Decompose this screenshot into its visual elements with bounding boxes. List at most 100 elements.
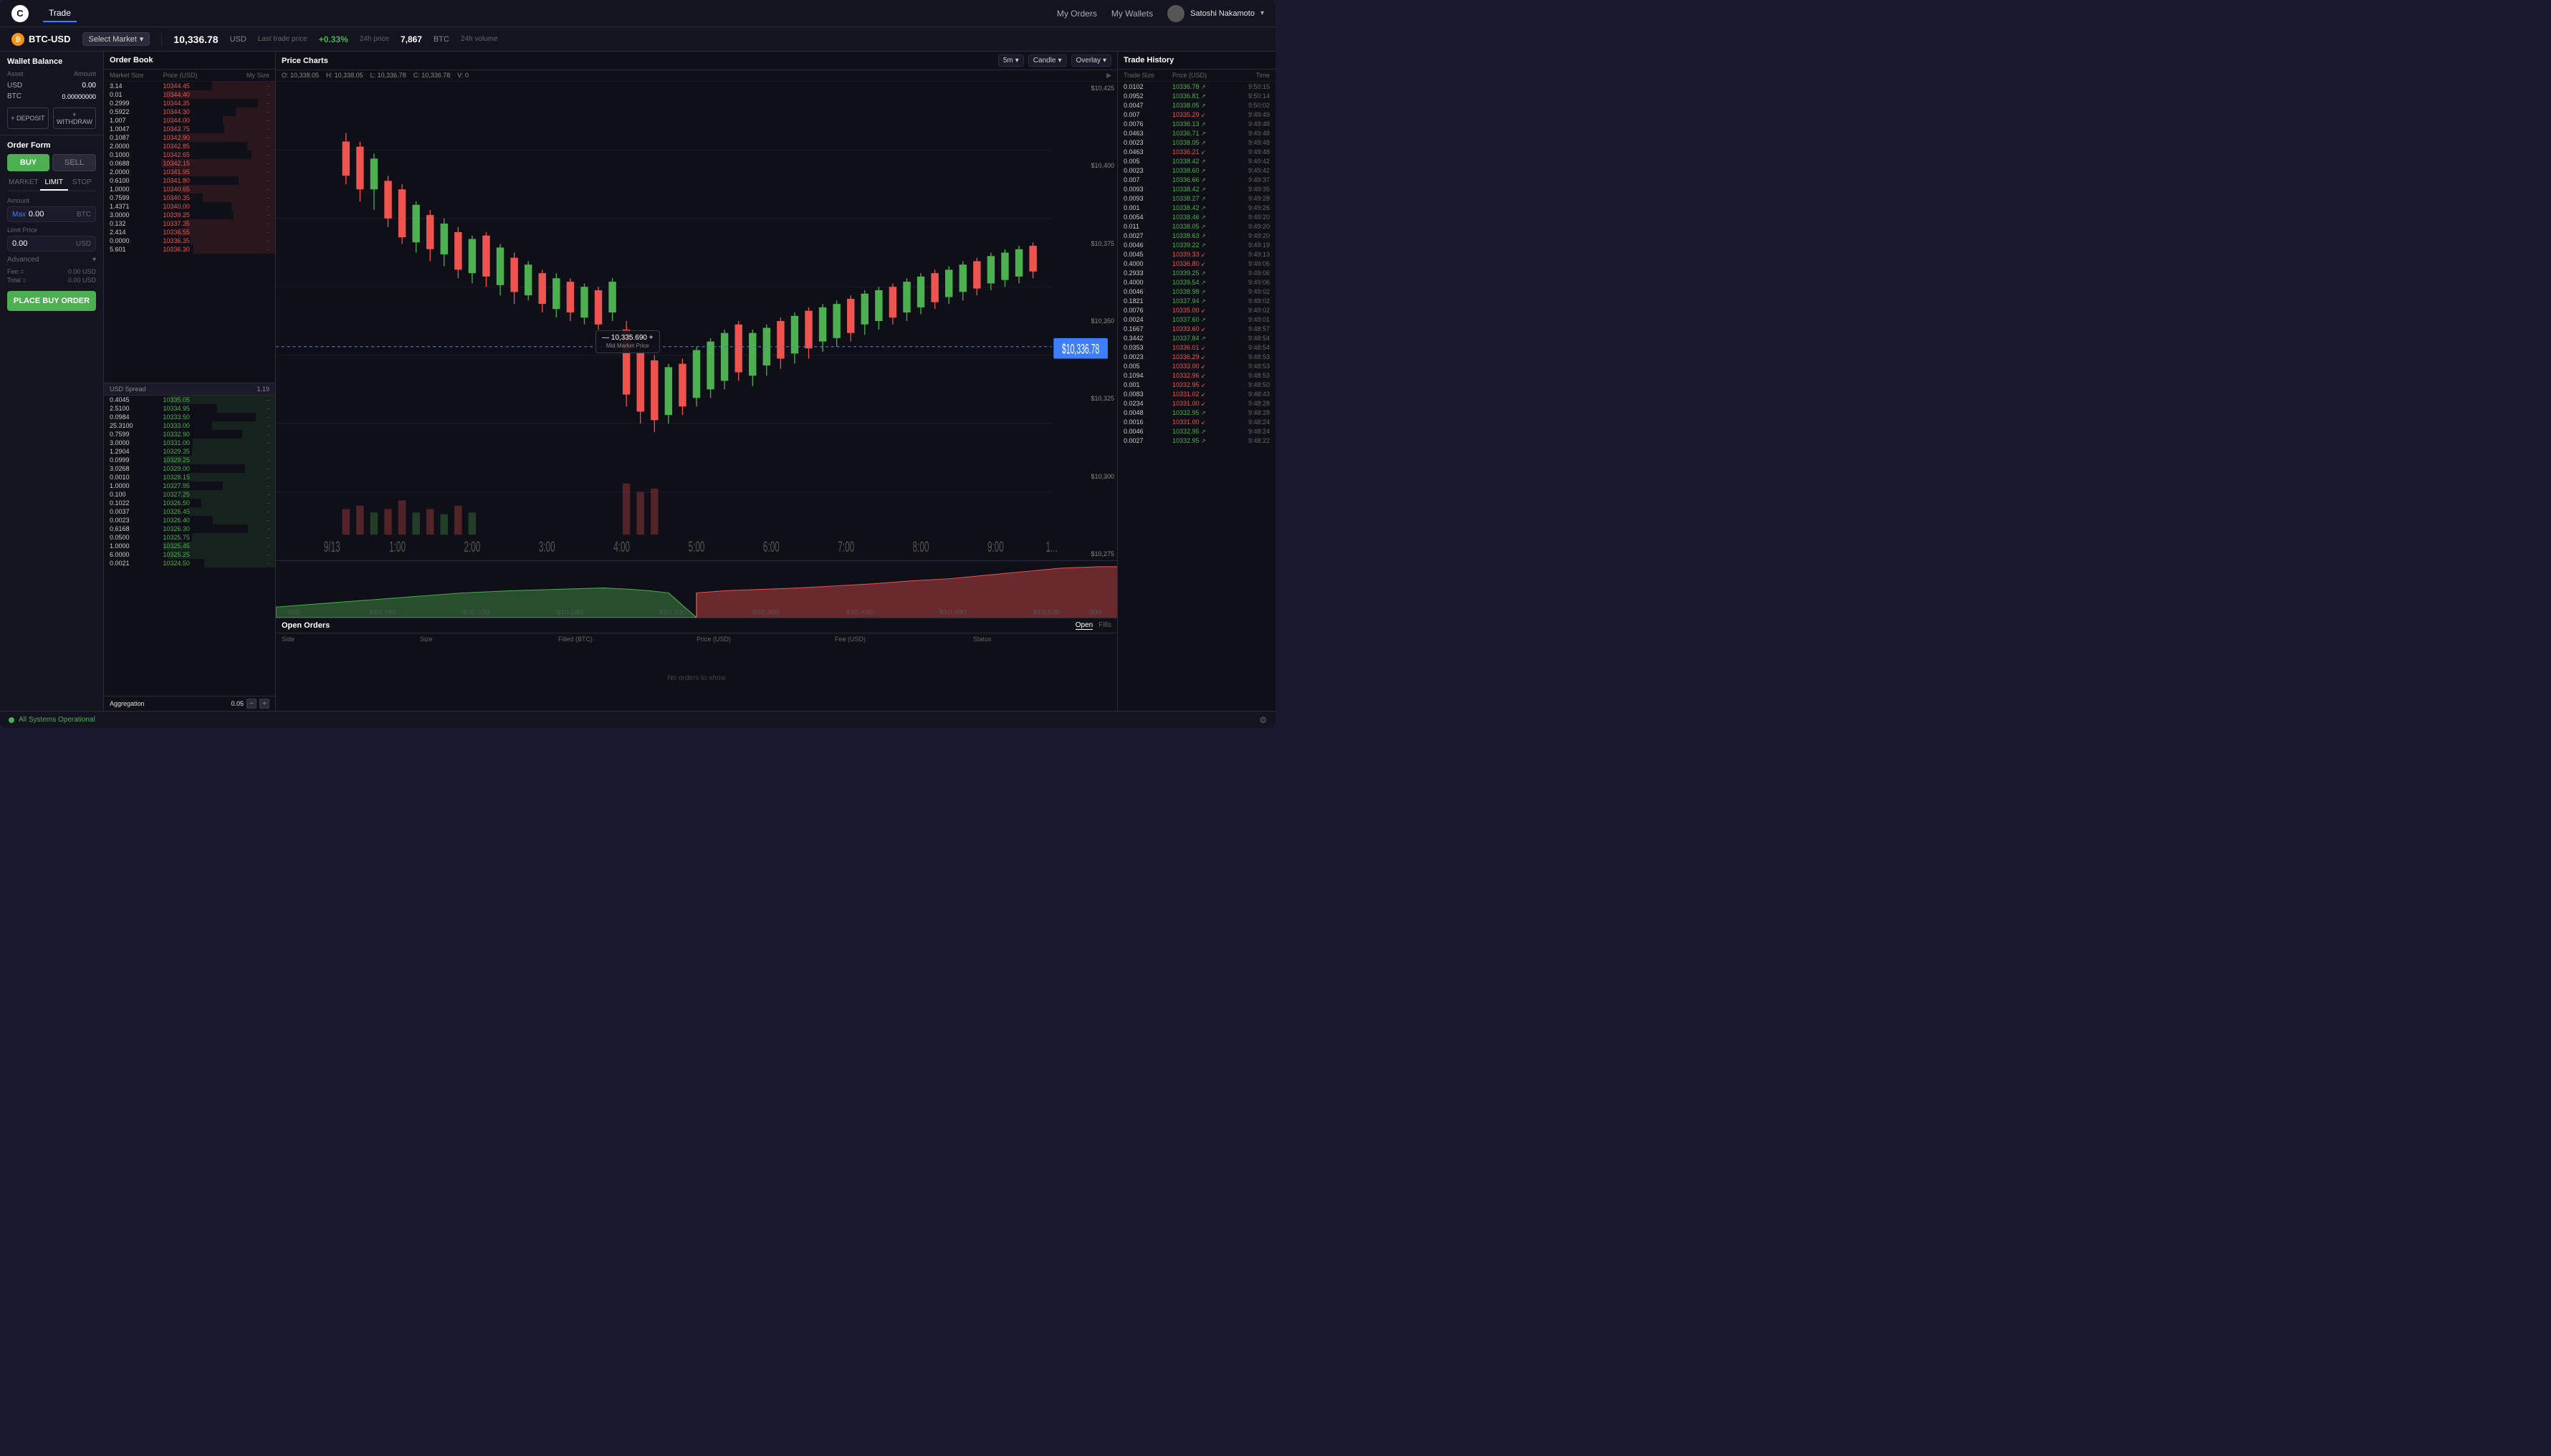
orderbook-buy-row[interactable]: 1.2904 10329.35 - xyxy=(104,447,275,456)
timeframe-dropdown[interactable]: 5m▾ xyxy=(998,54,1024,67)
trade-history-row[interactable]: 0.0463 10336.21 ↙ 9:49:48 xyxy=(1118,147,1276,156)
withdraw-button[interactable]: + WITHDRAW xyxy=(53,107,96,129)
trade-history-row[interactable]: 0.007 10335.29 ↙ 9:49:49 xyxy=(1118,110,1276,119)
trade-history-row[interactable]: 0.0027 10332.95 ↗ 9:48:22 xyxy=(1118,436,1276,445)
orderbook-buy-row[interactable]: 0.0984 10333.50 - xyxy=(104,413,275,421)
settings-icon[interactable]: ⚙ xyxy=(1259,715,1267,725)
aggregation-minus-button[interactable]: − xyxy=(247,699,257,709)
orderbook-buy-row[interactable]: 0.0500 10325.75 - xyxy=(104,533,275,542)
trade-history-row[interactable]: 0.0047 10338.05 ↗ 9:50:02 xyxy=(1118,100,1276,110)
orderbook-sell-row[interactable]: 2.0000 10342.85 - xyxy=(104,142,275,150)
chart-type-dropdown[interactable]: Candle▾ xyxy=(1028,54,1067,67)
trade-history-row[interactable]: 0.0023 10338.05 ↗ 9:49:48 xyxy=(1118,138,1276,147)
trade-history-row[interactable]: 0.0027 10338.63 ↗ 9:49:20 xyxy=(1118,231,1276,240)
trade-history-row[interactable]: 0.0093 10338.27 ↗ 9:49:28 xyxy=(1118,193,1276,203)
trade-history-row[interactable]: 0.001 10332.95 ↙ 9:48:50 xyxy=(1118,380,1276,389)
trade-history-row[interactable]: 0.001 10338.42 ↗ 9:49:26 xyxy=(1118,203,1276,212)
orderbook-buy-row[interactable]: 0.0037 10326.45 - xyxy=(104,507,275,516)
orderbook-sell-row[interactable]: 0.01 10344.40 - xyxy=(104,90,275,99)
nav-tab-trade[interactable]: Trade xyxy=(43,5,77,22)
orderbook-sell-row[interactable]: 0.6100 10341.80 - xyxy=(104,176,275,185)
sell-tab[interactable]: SELL xyxy=(52,154,96,171)
trade-history-row[interactable]: 0.0076 10335.00 ↙ 9:49:02 xyxy=(1118,305,1276,315)
trade-history-row[interactable]: 0.3442 10337.84 ↗ 9:48:54 xyxy=(1118,333,1276,343)
aggregation-plus-button[interactable]: + xyxy=(259,699,269,709)
orderbook-buy-row[interactable]: 0.100 10327.25 - xyxy=(104,490,275,499)
trade-history-row[interactable]: 0.0046 10332.95 ↗ 9:48:24 xyxy=(1118,426,1276,436)
orderbook-buy-row[interactable]: 6.0000 10325.25 - xyxy=(104,550,275,559)
trade-history-row[interactable]: 0.0046 10338.98 ↗ 9:49:02 xyxy=(1118,287,1276,296)
overlay-dropdown[interactable]: Overlay▾ xyxy=(1071,54,1111,67)
orderbook-sell-row[interactable]: 0.0688 10342.15 - xyxy=(104,159,275,168)
orderbook-buy-row[interactable]: 25.3100 10333.00 - xyxy=(104,421,275,430)
user-menu[interactable]: Satoshi Nakamoto ▾ xyxy=(1167,5,1264,22)
orderbook-buy-row[interactable]: 1.0000 10327.95 - xyxy=(104,482,275,490)
trade-history-row[interactable]: 0.1821 10337.94 ↗ 9:49:02 xyxy=(1118,296,1276,305)
trade-history-row[interactable]: 0.0093 10338.42 ↗ 9:49:35 xyxy=(1118,184,1276,193)
order-type-stop[interactable]: STOP xyxy=(68,176,96,191)
orderbook-sell-row[interactable]: 0.2999 10344.35 - xyxy=(104,99,275,107)
trade-history-row[interactable]: 0.0048 10332.95 ↗ 9:48:28 xyxy=(1118,408,1276,417)
orderbook-buy-row[interactable]: 3.0000 10331.00 - xyxy=(104,439,275,447)
orderbook-sell-row[interactable]: 0.0000 10336.35 - xyxy=(104,236,275,245)
open-orders-tab-fills[interactable]: Fills xyxy=(1099,621,1111,630)
orderbook-buy-row[interactable]: 0.1022 10326.50 - xyxy=(104,499,275,507)
orderbook-sell-row[interactable]: 0.7599 10340.35 - xyxy=(104,193,275,202)
trade-history-row[interactable]: 0.0076 10336.13 ↗ 9:49:48 xyxy=(1118,119,1276,128)
orderbook-buy-row[interactable]: 0.0021 10324.50 - xyxy=(104,559,275,567)
orderbook-sell-row[interactable]: 0.1087 10342.90 - xyxy=(104,133,275,142)
trade-history-row[interactable]: 0.0353 10336.01 ↙ 9:48:54 xyxy=(1118,343,1276,352)
trade-history-row[interactable]: 0.0952 10336.81 ↗ 9:50:14 xyxy=(1118,91,1276,100)
orderbook-sell-row[interactable]: 0.1000 10342.65 - xyxy=(104,150,275,159)
deposit-button[interactable]: + DEPOSIT xyxy=(7,107,49,129)
orderbook-sell-row[interactable]: 2.414 10336.55 - xyxy=(104,228,275,236)
trade-history-row[interactable]: 0.0016 10331.00 ↙ 9:48:24 xyxy=(1118,417,1276,426)
trade-history-row[interactable]: 0.0024 10337.60 ↗ 9:49:01 xyxy=(1118,315,1276,324)
order-type-limit[interactable]: LIMIT xyxy=(40,176,68,191)
orderbook-buy-row[interactable]: 0.0010 10328.15 - xyxy=(104,473,275,482)
orderbook-sell-row[interactable]: 1.007 10344.00 - xyxy=(104,116,275,125)
orderbook-sell-row[interactable]: 3.0000 10339.25 - xyxy=(104,211,275,219)
orderbook-buy-row[interactable]: 2.5100 10334.95 - xyxy=(104,404,275,413)
trade-history-row[interactable]: 0.2933 10339.25 ↗ 9:49:06 xyxy=(1118,268,1276,277)
orderbook-sell-row[interactable]: 3.14 10344.45 - xyxy=(104,82,275,90)
orderbook-sell-row[interactable]: 5.601 10336.30 - xyxy=(104,245,275,254)
trade-history-row[interactable]: 0.4000 10339.54 ↗ 9:49:06 xyxy=(1118,277,1276,287)
orderbook-buy-row[interactable]: 0.4045 10335.05 - xyxy=(104,396,275,404)
orderbook-buy-row[interactable]: 0.6168 10326.30 - xyxy=(104,525,275,533)
open-orders-tab-open[interactable]: Open xyxy=(1076,621,1093,630)
my-wallets-link[interactable]: My Wallets xyxy=(1111,9,1153,19)
trade-history-row[interactable]: 0.0234 10331.00 ↙ 9:48:28 xyxy=(1118,398,1276,408)
orderbook-buy-row[interactable]: 0.0023 10326.40 - xyxy=(104,516,275,525)
trade-history-row[interactable]: 0.0023 10336.29 ↙ 9:48:53 xyxy=(1118,352,1276,361)
amount-input[interactable] xyxy=(29,210,77,219)
orderbook-sell-row[interactable]: 1.0000 10340.65 - xyxy=(104,185,275,193)
trade-history-row[interactable]: 0.005 10338.42 ↗ 9:49:42 xyxy=(1118,156,1276,166)
trade-history-row[interactable]: 0.007 10336.66 ↗ 9:49:37 xyxy=(1118,175,1276,184)
trade-history-row[interactable]: 0.0023 10338.60 ↗ 9:49:42 xyxy=(1118,166,1276,175)
trade-history-row[interactable]: 0.005 10333.00 ↙ 9:48:53 xyxy=(1118,361,1276,370)
my-orders-link[interactable]: My Orders xyxy=(1057,9,1097,19)
max-label[interactable]: Max xyxy=(12,211,26,219)
trade-history-row[interactable]: 0.4000 10336.80 ↙ 9:49:06 xyxy=(1118,259,1276,268)
trade-history-row[interactable]: 0.1667 10333.60 ↙ 9:48:57 xyxy=(1118,324,1276,333)
advanced-section[interactable]: Advanced ▾ xyxy=(7,256,96,264)
orderbook-sell-row[interactable]: 1.0047 10343.75 - xyxy=(104,125,275,133)
orderbook-buy-row[interactable]: 0.0999 10329.25 - xyxy=(104,456,275,464)
trade-history-row[interactable]: 0.0045 10339.33 ↙ 9:49:13 xyxy=(1118,249,1276,259)
logo[interactable]: C xyxy=(11,5,29,22)
trade-history-row[interactable]: 0.1094 10332.96 ↙ 9:48:53 xyxy=(1118,370,1276,380)
buy-tab[interactable]: BUY xyxy=(7,154,49,171)
select-market-button[interactable]: Select Market ▾ xyxy=(82,32,150,46)
orderbook-sell-row[interactable]: 1.4371 10340.00 - xyxy=(104,202,275,211)
limit-price-input[interactable] xyxy=(12,239,76,248)
trade-history-row[interactable]: 0.0463 10336.71 ↗ 9:49:48 xyxy=(1118,128,1276,138)
trade-history-row[interactable]: 0.011 10338.05 ↗ 9:49:20 xyxy=(1118,221,1276,231)
order-type-market[interactable]: MARKET xyxy=(7,176,40,191)
orderbook-sell-row[interactable]: 0.5922 10344.30 - xyxy=(104,107,275,116)
trade-history-row[interactable]: 0.0054 10338.46 ↗ 9:49:20 xyxy=(1118,212,1276,221)
trade-history-row[interactable]: 0.0083 10331.02 ↙ 9:48:43 xyxy=(1118,389,1276,398)
orderbook-sell-row[interactable]: 2.0000 10341.95 - xyxy=(104,168,275,176)
orderbook-buy-row[interactable]: 1.0000 10325.45 - xyxy=(104,542,275,550)
trade-history-row[interactable]: 0.0046 10339.22 ↗ 9:49:19 xyxy=(1118,240,1276,249)
